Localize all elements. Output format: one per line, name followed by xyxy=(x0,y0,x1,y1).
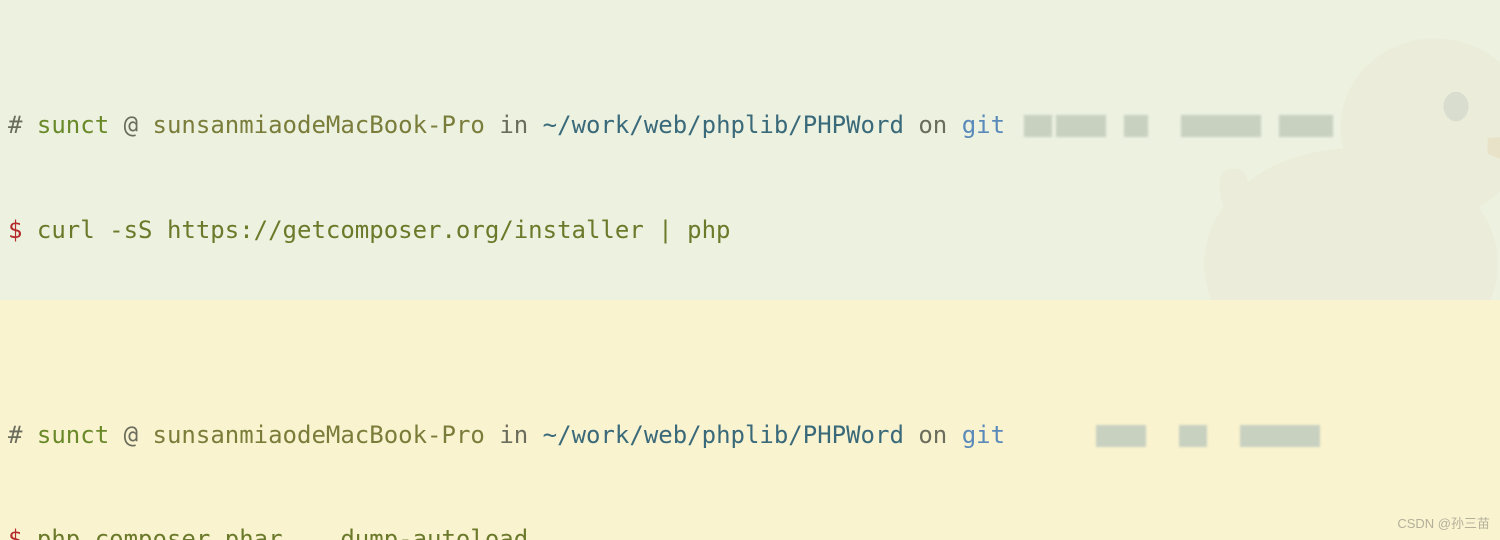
prompt-line-2: # sunct @ sunsanmiaodeMacBook-Pro in ~/w… xyxy=(8,418,1492,453)
terminal-block-2: # sunct @ sunsanmiaodeMacBook-Pro in ~/w… xyxy=(0,300,1500,540)
prompt-host: sunsanmiaodeMacBook-Pro xyxy=(153,421,485,449)
prompt-dollar: $ xyxy=(8,216,22,244)
pixelated-censored-icon xyxy=(1124,115,1148,137)
prompt-on: on xyxy=(918,421,947,449)
pixelated-censored-icon xyxy=(1056,115,1106,137)
pixelated-censored-icon xyxy=(1024,115,1052,137)
prompt-hash: # xyxy=(8,421,22,449)
prompt-in: in xyxy=(499,421,528,449)
prompt-dollar: $ xyxy=(8,525,22,540)
prompt-at: @ xyxy=(124,421,138,449)
prompt-line-1: # sunct @ sunsanmiaodeMacBook-Pro in ~/w… xyxy=(8,108,1492,143)
prompt-git: git xyxy=(962,111,1005,139)
prompt-path: ~/work/web/phplib/PHPWord xyxy=(543,421,904,449)
prompt-host: sunsanmiaodeMacBook-Pro xyxy=(153,111,485,139)
prompt-user: sunct xyxy=(37,111,109,139)
pixelated-censored-icon xyxy=(1181,115,1261,137)
command-text: php composer.phar dump-autoload xyxy=(37,525,528,540)
pixelated-censored-icon xyxy=(1279,115,1333,137)
prompt-at: @ xyxy=(124,111,138,139)
command-line-2: $ php composer.phar dump-autoload xyxy=(8,522,1492,540)
prompt-hash: # xyxy=(8,111,22,139)
background-duck-art xyxy=(1120,0,1500,300)
pixelated-censored-icon xyxy=(1096,425,1146,447)
pixelated-censored-icon xyxy=(1240,425,1320,447)
command-text: curl -sS https://getcomposer.org/install… xyxy=(37,216,731,244)
prompt-git: git xyxy=(962,421,1005,449)
terminal-block-1: # sunct @ sunsanmiaodeMacBook-Pro in ~/w… xyxy=(0,0,1500,300)
prompt-path: ~/work/web/phplib/PHPWord xyxy=(543,111,904,139)
prompt-user: sunct xyxy=(37,421,109,449)
prompt-in: in xyxy=(499,111,528,139)
pixelated-censored-icon xyxy=(1179,425,1207,447)
command-line-1: $ curl -sS https://getcomposer.org/insta… xyxy=(8,213,1492,248)
prompt-on: on xyxy=(918,111,947,139)
